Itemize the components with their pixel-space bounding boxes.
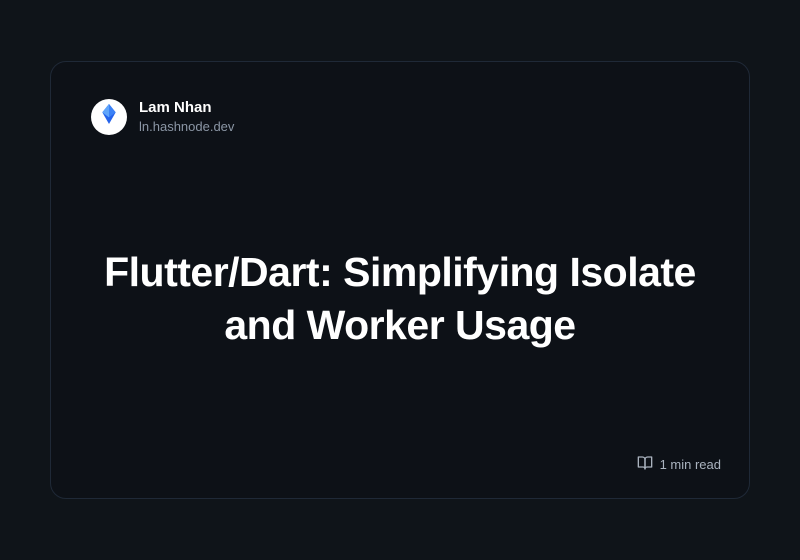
article-card: Lam Nhan ln.hashnode.dev Flutter/Dart: S… — [50, 61, 750, 499]
author-meta: Lam Nhan ln.hashnode.dev — [139, 98, 234, 135]
post-title: Flutter/Dart: Simplifying Isolate and Wo… — [101, 246, 699, 351]
avatar — [91, 99, 127, 135]
read-time-badge: 1 min read — [637, 455, 721, 474]
title-container: Flutter/Dart: Simplifying Isolate and Wo… — [91, 135, 709, 462]
read-time-text: 1 min read — [660, 457, 721, 472]
author-domain: ln.hashnode.dev — [139, 119, 234, 136]
author-name: Lam Nhan — [139, 98, 234, 118]
book-icon — [637, 455, 653, 474]
diamond-icon — [99, 102, 119, 131]
card-header: Lam Nhan ln.hashnode.dev — [91, 98, 709, 135]
